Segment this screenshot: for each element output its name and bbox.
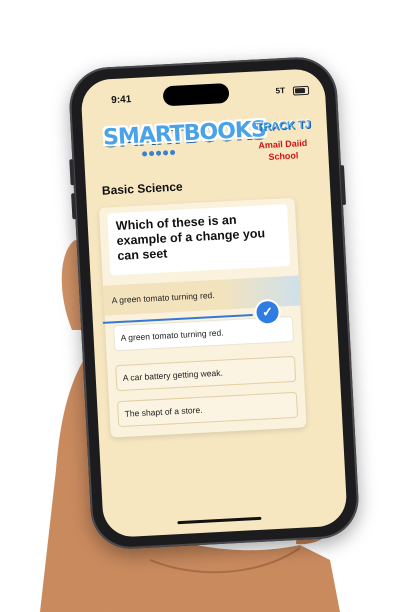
smartbooks-logo: SMARTBOOKS (102, 117, 267, 151)
option-3[interactable]: The shapt of a store. (117, 391, 299, 428)
option-2[interactable]: A car battery getting weak. (115, 355, 297, 392)
dynamic-island (162, 82, 230, 107)
school-name: Amail Daiid School (248, 136, 319, 164)
logo-dots (141, 149, 176, 157)
signal-indicator: 5T (275, 86, 286, 96)
status-time: 9:41 (110, 94, 132, 107)
battery-icon (292, 85, 310, 96)
phone-device: 9:41 5T SMARTBOOKS TRACK TJ Amail Daiid … (67, 55, 361, 551)
home-indicator[interactable] (177, 516, 262, 525)
track-label: TRACK TJ (256, 118, 312, 134)
app-screen: 9:41 5T SMARTBOOKS TRACK TJ Amail Daiid … (80, 67, 348, 539)
question-text: Which of these is an example of a change… (107, 204, 291, 276)
subject-title: Basic Science (101, 179, 183, 198)
